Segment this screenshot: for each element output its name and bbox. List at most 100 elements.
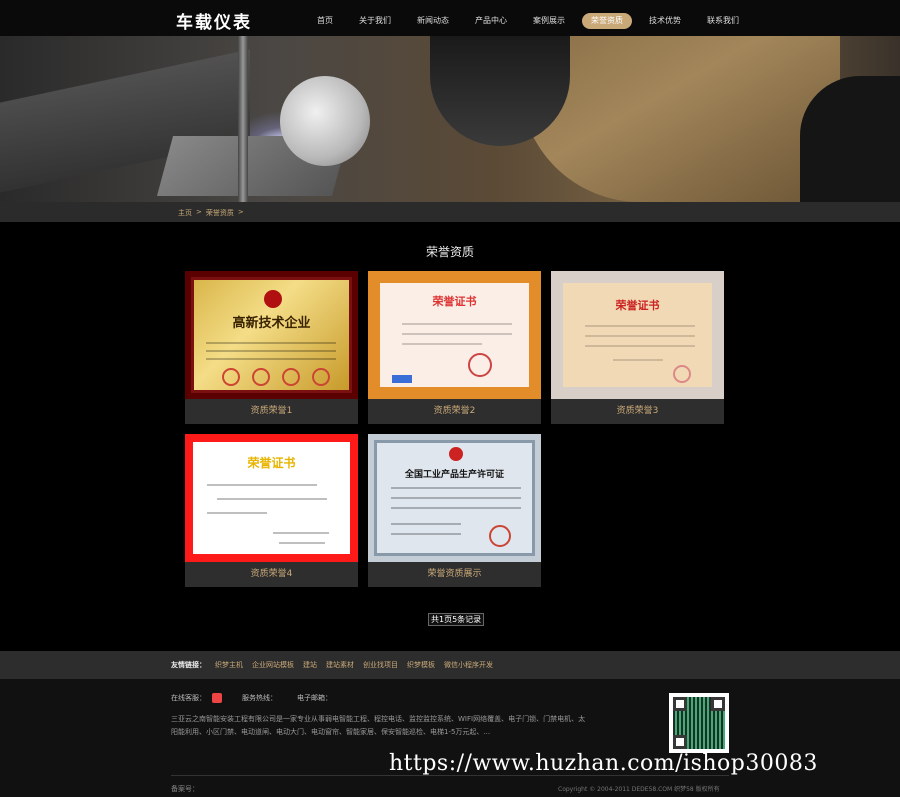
certificate-card[interactable]: 荣誉证书 资质荣誉2 (368, 271, 541, 424)
seal-icon (222, 368, 240, 386)
certificate-image[interactable]: 荣誉证书 (185, 434, 358, 562)
page-title: 荣誉资质 (425, 245, 474, 259)
certificate-line (402, 343, 482, 345)
seal-icon (282, 368, 300, 386)
breadcrumb: 主页 > 荣誉资质 > (178, 208, 244, 218)
seal-icon (252, 368, 270, 386)
certificate-line (402, 323, 512, 325)
email-label: 电子邮箱： (297, 694, 332, 702)
certificate-caption[interactable]: 资质荣誉3 (551, 399, 724, 424)
certificate-line (391, 497, 521, 499)
qr-finder-icon (673, 735, 687, 749)
watermark-url: https://www.huzhan.com/ishop30083 (389, 751, 818, 776)
certificate-line (391, 487, 521, 489)
footer-contact: 在线客服： 服务热线： 电子邮箱： (171, 693, 332, 703)
breadcrumb-separator: > (237, 208, 244, 216)
certificate-title: 高新技术企业 (232, 316, 311, 331)
qr-code-icon (669, 693, 729, 753)
certificate-image[interactable]: 荣誉证书 (551, 271, 724, 399)
certificate-line (273, 532, 329, 534)
friendly-link[interactable]: 织梦模板 (407, 660, 435, 670)
certificate-line (391, 507, 521, 509)
friendly-link[interactable]: 创业找项目 (363, 660, 398, 670)
main-nav: 首页 关于我们 新闻动态 产品中心 案例展示 荣誉资质 技术优势 联系我们 (308, 13, 756, 31)
certificate-image[interactable]: 高新技术企业 (185, 271, 358, 399)
honor-certificate: 荣誉证书 (557, 277, 718, 393)
qr-code-pattern (673, 697, 725, 749)
certificate-card[interactable]: 荣誉证书 资质荣誉3 (551, 271, 724, 424)
pagination-info: 共1页5条记录 (428, 613, 485, 626)
friendly-link[interactable]: 建站素材 (326, 660, 354, 670)
gold-plaque: 高新技术企业 (191, 277, 352, 393)
certificate-line (206, 358, 336, 360)
nav-item-cases[interactable]: 案例展示 (524, 13, 574, 29)
honor-certificate: 荣誉证书 (185, 434, 358, 562)
welding-banner-image (0, 36, 900, 202)
certificate-line (206, 342, 336, 344)
qr-finder-icon (711, 697, 725, 711)
national-emblem-icon (449, 447, 463, 461)
online-service-label: 在线客服： (171, 694, 206, 702)
certificate-line (279, 542, 325, 544)
certificate-image[interactable]: 全国工业产品生产许可证 (368, 434, 541, 562)
certificate-line (585, 335, 695, 337)
certificate-card[interactable]: 高新技术企业 资质荣誉1 (185, 271, 358, 424)
breadcrumb-current[interactable]: 荣誉资质 (206, 208, 234, 218)
banner-shadow (800, 76, 900, 202)
honor-certificate: 荣誉证书 (374, 277, 535, 393)
breadcrumb-bar: 主页 > 荣誉资质 > (0, 202, 900, 222)
nav-item-contact[interactable]: 联系我们 (698, 13, 748, 29)
nav-item-products[interactable]: 产品中心 (466, 13, 516, 29)
seal-icon (489, 525, 511, 547)
site-logo[interactable]: 车载仪表 (176, 8, 252, 33)
certificate-line (217, 498, 327, 500)
breadcrumb-separator: > (196, 208, 202, 216)
friendly-link[interactable]: 织梦主机 (215, 660, 243, 670)
certificate-line (207, 484, 317, 486)
certificate-caption[interactable]: 资质荣誉2 (368, 399, 541, 424)
hotline-label: 服务热线： (242, 694, 277, 702)
certificate-title: 荣誉证书 (615, 299, 660, 312)
friendly-link[interactable]: 建站 (303, 660, 317, 670)
icp-label: 备案号： (171, 785, 199, 793)
copyright: Copyright © 2004-2011 DEDE58.COM 织梦58 版权… (558, 786, 720, 793)
seal-icon (468, 353, 492, 377)
friendly-links: 友情链接： 织梦主机 企业网站模板 建站 建站素材 创业找项目 织梦模板 微信小… (171, 660, 493, 670)
friendly-link[interactable]: 微信小程序开发 (444, 660, 493, 670)
nav-item-about[interactable]: 关于我们 (350, 13, 400, 29)
friendly-link[interactable]: 企业网站模板 (252, 660, 294, 670)
certificate-image[interactable]: 荣誉证书 (368, 271, 541, 399)
certificate-line (613, 359, 663, 361)
certificate-caption[interactable]: 荣誉资质展示 (368, 562, 541, 587)
certificate-line (206, 350, 336, 352)
certificate-title: 荣誉证书 (432, 295, 477, 308)
banner-rod (238, 36, 248, 202)
certificate-card[interactable]: 荣誉证书 资质荣誉4 (185, 434, 358, 587)
certificate-line (585, 345, 695, 347)
nav-item-home[interactable]: 首页 (308, 13, 342, 29)
nav-item-technology[interactable]: 技术优势 (640, 13, 690, 29)
nav-item-honors[interactable]: 荣誉资质 (582, 13, 632, 29)
certificate-caption[interactable]: 资质荣誉1 (185, 399, 358, 424)
certificate-line (207, 512, 267, 514)
footer: 在线客服： 服务热线： 电子邮箱： 三亚云之南智能安装工程有限公司是一家专业从事… (0, 679, 900, 797)
company-description: 三亚云之南智能安装工程有限公司是一家专业从事弱电智能工程、程控电话、监控监控系统… (171, 715, 586, 736)
certificate-line (391, 533, 461, 535)
certificate-caption[interactable]: 资质荣誉4 (185, 562, 358, 587)
certificate-line (585, 325, 695, 327)
certificate-title: 荣誉证书 (247, 456, 296, 470)
friendly-links-bar: 友情链接： 织梦主机 企业网站模板 建站 建站素材 创业找项目 织梦模板 微信小… (0, 651, 900, 679)
seal-icon (673, 365, 691, 383)
friendly-links-label: 友情链接： (171, 661, 206, 669)
breadcrumb-home[interactable]: 主页 (178, 208, 192, 218)
certificate-card[interactable]: 全国工业产品生产许可证 荣誉资质展示 (368, 434, 541, 587)
nav-item-news[interactable]: 新闻动态 (408, 13, 458, 29)
header: 车载仪表 首页 关于我们 新闻动态 产品中心 案例展示 荣誉资质 技术优势 联系… (0, 0, 900, 36)
qr-finder-icon (673, 697, 687, 711)
flame-logo-icon (264, 290, 282, 308)
production-license: 全国工业产品生产许可证 (374, 440, 535, 556)
certificate-title: 全国工业产品生产许可证 (404, 470, 504, 480)
banner-glove (280, 76, 370, 166)
certificate-line (402, 333, 512, 335)
qq-icon[interactable] (212, 693, 222, 703)
